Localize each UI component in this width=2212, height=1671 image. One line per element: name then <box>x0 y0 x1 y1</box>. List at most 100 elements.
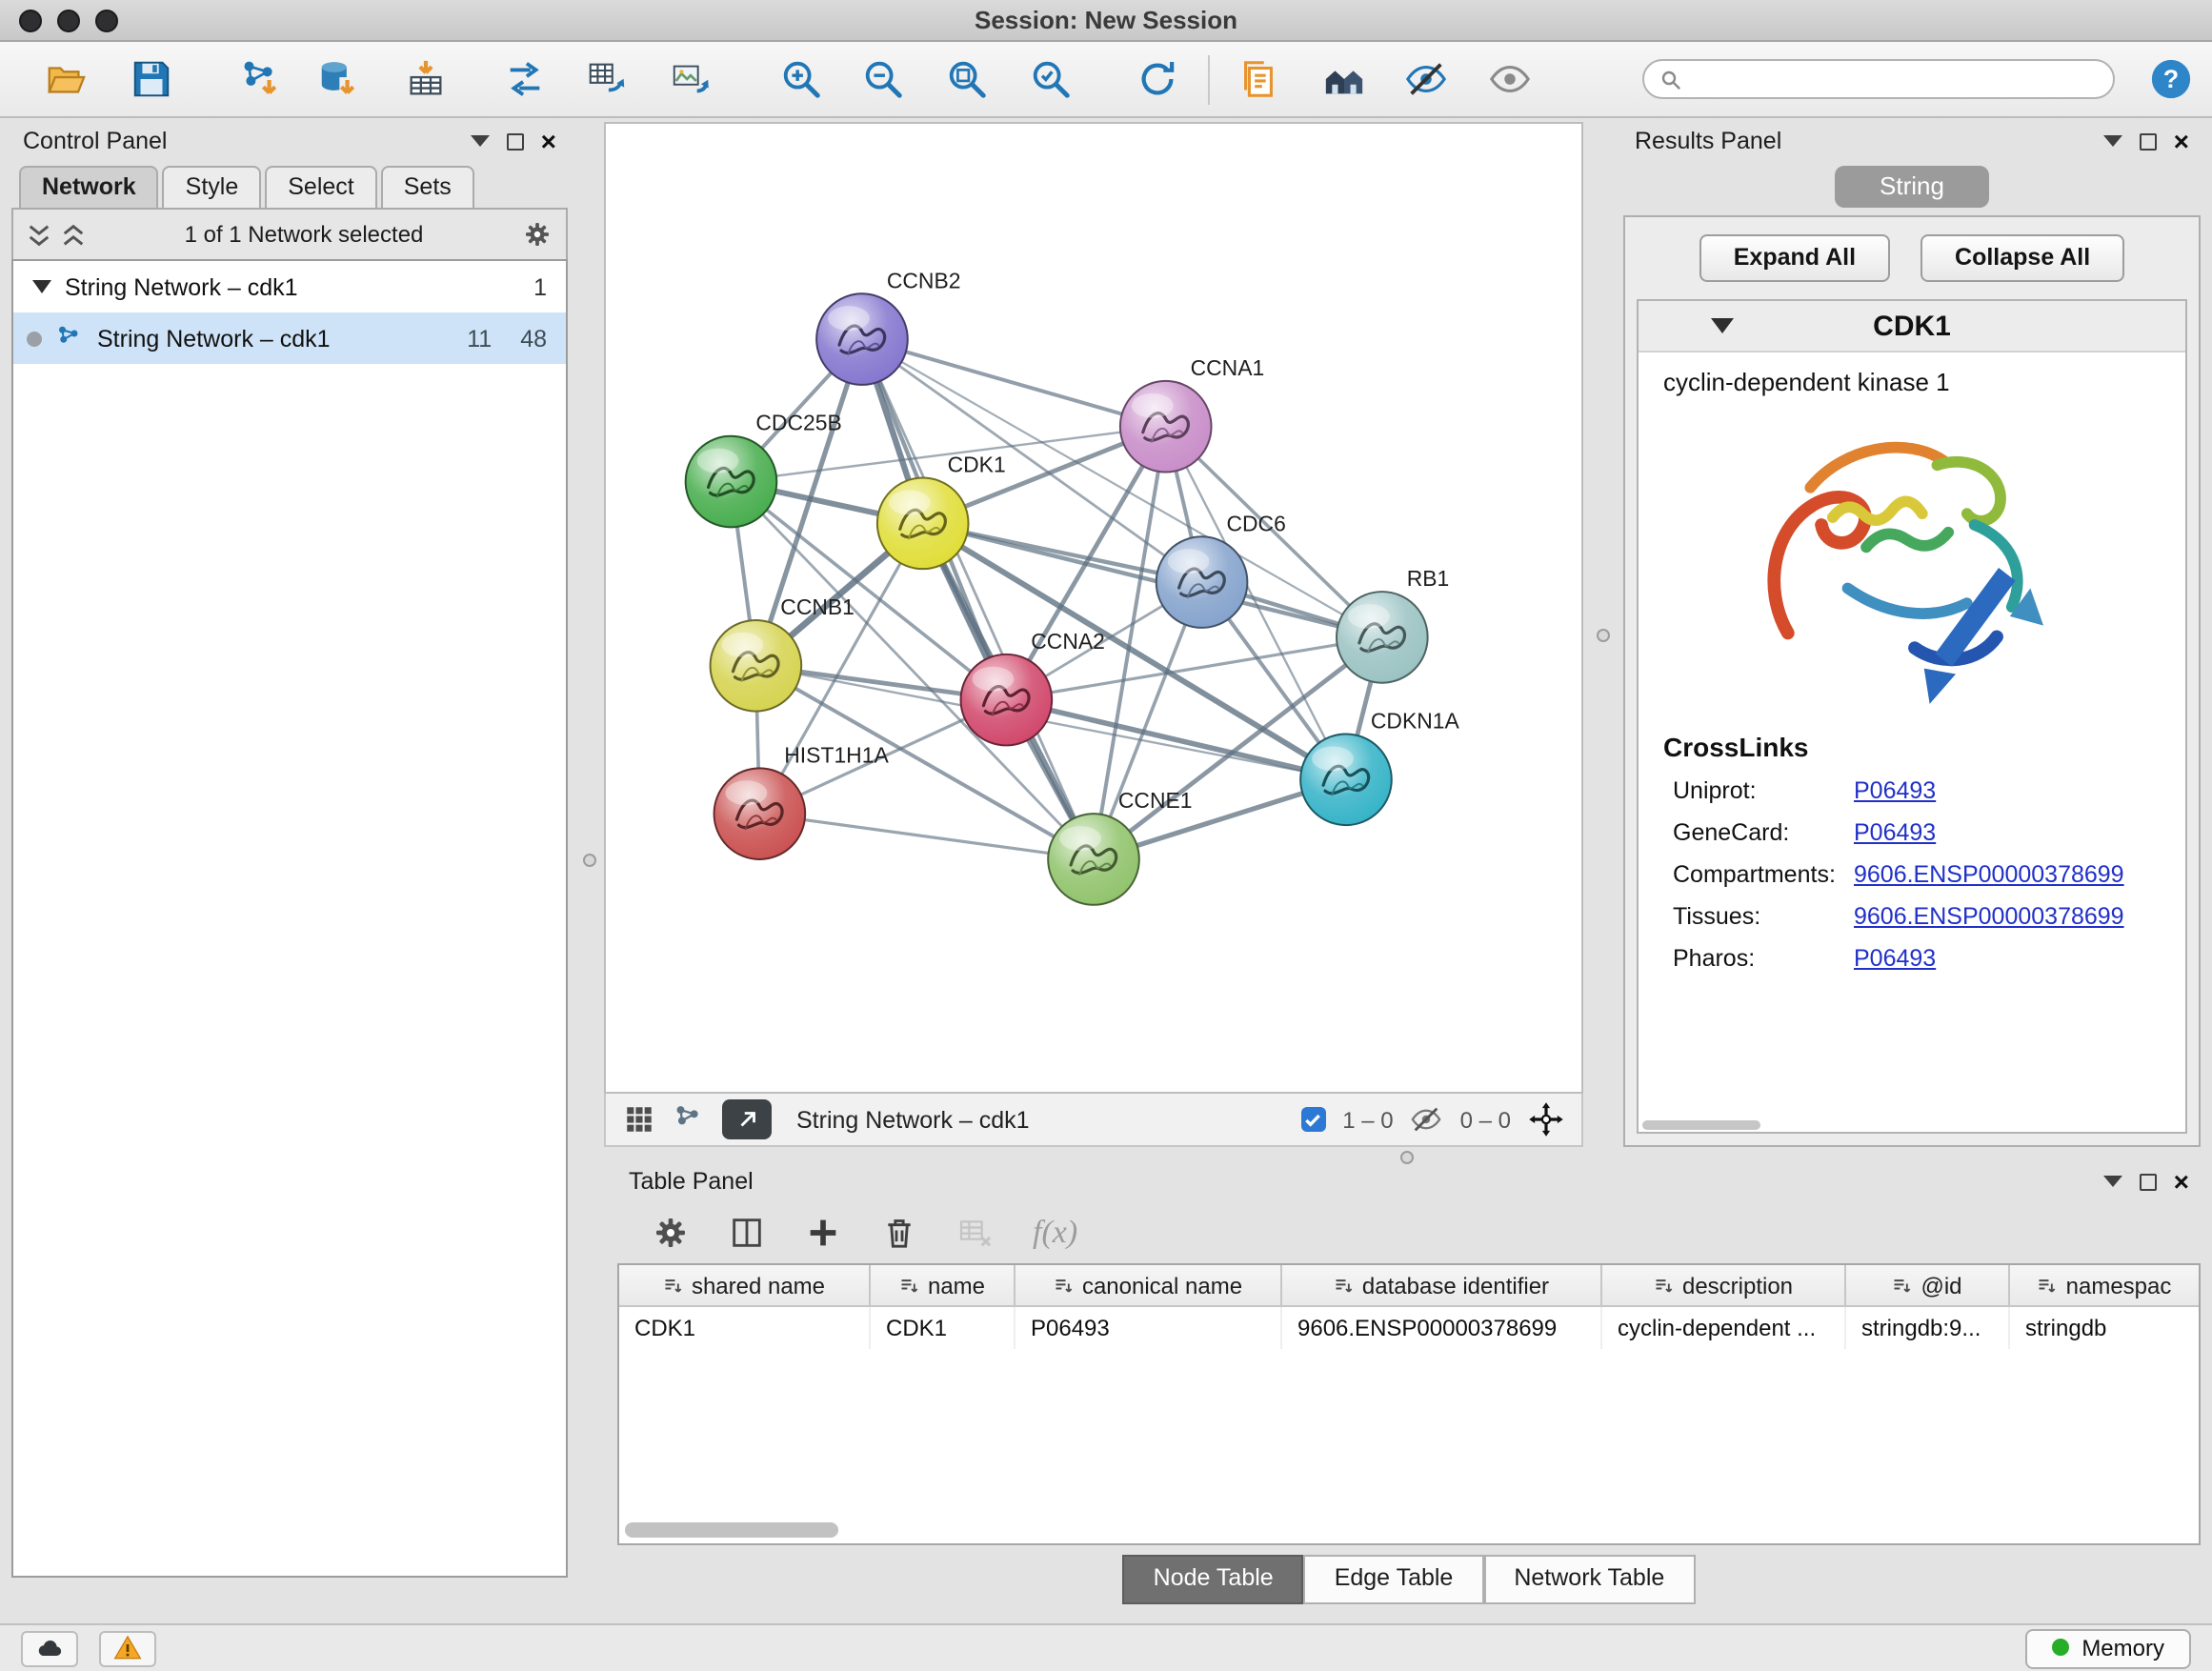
panel-menu-icon[interactable] <box>2103 1176 2122 1187</box>
panel-float-icon[interactable] <box>2140 1173 2157 1190</box>
collapse-all-icon[interactable] <box>27 222 51 247</box>
network-node-cdc25b[interactable] <box>686 436 777 528</box>
function-builder-icon[interactable]: f(x) <box>1033 1213 1077 1251</box>
column-header-description[interactable]: description <box>1602 1265 1846 1305</box>
copy-document-icon[interactable] <box>1233 54 1282 104</box>
network-node-cdkn1a[interactable] <box>1300 734 1392 825</box>
search-field[interactable] <box>1642 59 2115 99</box>
table-hscrollbar[interactable] <box>625 1522 838 1538</box>
network-from-table-icon[interactable] <box>581 54 631 104</box>
zoom-out-icon[interactable] <box>857 54 907 104</box>
open-session-icon[interactable] <box>40 54 90 104</box>
delete-column-icon[interactable] <box>880 1213 918 1251</box>
warnings-button[interactable] <box>99 1630 156 1666</box>
network-edge[interactable] <box>759 814 1094 859</box>
results-scrollbar[interactable] <box>1642 1120 1760 1130</box>
expand-all-button[interactable]: Expand All <box>1699 234 1890 282</box>
network-collection-row[interactable]: String Network – cdk1 1 <box>13 261 566 312</box>
crosslink-link[interactable]: P06493 <box>1854 777 1936 804</box>
birdseye-grid-icon[interactable] <box>623 1103 655 1136</box>
network-from-image-icon[interactable] <box>665 54 714 104</box>
cloud-status-button[interactable] <box>21 1630 78 1666</box>
selected-checkbox-icon[interactable] <box>1300 1107 1325 1132</box>
new-network-icon[interactable] <box>499 54 549 104</box>
zoom-fit-icon[interactable] <box>941 54 991 104</box>
tab-sets[interactable]: Sets <box>381 166 474 208</box>
network-edge[interactable] <box>862 339 1166 427</box>
gene-entry-header[interactable]: CDK1 <box>1639 301 2185 352</box>
show-columns-icon[interactable] <box>728 1213 766 1251</box>
import-table-icon[interactable] <box>400 54 450 104</box>
crosslink-link[interactable]: 9606.ENSP00000378699 <box>1854 903 2124 930</box>
tab-select[interactable]: Select <box>265 166 377 208</box>
tab-network[interactable]: Network <box>19 166 159 208</box>
import-network-icon[interactable] <box>234 54 284 104</box>
import-database-icon[interactable] <box>312 54 362 104</box>
splitter-handle[interactable] <box>1400 1151 1414 1164</box>
crosslink-link[interactable]: 9606.ENSP00000378699 <box>1854 861 2124 888</box>
column-header-name[interactable]: name <box>871 1265 1016 1305</box>
refresh-icon[interactable] <box>1132 54 1181 104</box>
tab-node-table[interactable]: Node Table <box>1123 1555 1304 1604</box>
network-edge[interactable] <box>923 523 1382 637</box>
column-header-canonical-name[interactable]: canonical name <box>1016 1265 1282 1305</box>
memory-button[interactable]: Memory <box>2024 1628 2191 1668</box>
network-node-cdc6[interactable] <box>1156 536 1248 628</box>
tab-style[interactable]: Style <box>163 166 262 208</box>
disclosure-triangle-icon[interactable] <box>32 280 51 293</box>
zoom-window-button[interactable] <box>95 9 118 31</box>
add-column-icon[interactable] <box>804 1213 842 1251</box>
column-header--id[interactable]: @id <box>1846 1265 2010 1305</box>
splitter-handle[interactable] <box>583 854 596 867</box>
show-all-icon[interactable] <box>1484 54 1534 104</box>
network-edge[interactable] <box>862 339 1094 859</box>
panel-close-icon[interactable]: × <box>2174 1168 2189 1195</box>
network-view[interactable]: CCNB2CCNA1CDC25BCDK1CDC6RB1CCNB1CCNA2CDK… <box>604 122 1583 1094</box>
tab-string[interactable]: String <box>1834 166 1990 208</box>
column-header-shared-name[interactable]: shared name <box>619 1265 871 1305</box>
crosslink-link[interactable]: P06493 <box>1854 945 1936 972</box>
network-node-rb1[interactable] <box>1337 592 1428 683</box>
network-canvas[interactable]: CCNB2CCNA1CDC25BCDK1CDC6RB1CCNB1CCNA2CDK… <box>606 124 1581 1092</box>
save-session-icon[interactable] <box>126 54 175 104</box>
network-node-cdk1[interactable] <box>877 478 969 570</box>
collapse-entry-icon[interactable] <box>1711 318 1734 333</box>
gear-icon[interactable] <box>652 1213 690 1251</box>
search-input[interactable] <box>1692 66 2098 92</box>
network-node-ccnb1[interactable] <box>711 620 802 712</box>
panel-close-icon[interactable]: × <box>541 128 556 154</box>
tab-edge-table[interactable]: Edge Table <box>1304 1555 1484 1604</box>
column-header-database-identifier[interactable]: database identifier <box>1282 1265 1602 1305</box>
network-node-ccnb2[interactable] <box>816 293 908 385</box>
panel-menu-icon[interactable] <box>471 135 490 147</box>
zoom-selected-icon[interactable] <box>1025 54 1075 104</box>
network-node-ccna1[interactable] <box>1120 381 1212 473</box>
collapse-all-button[interactable]: Collapse All <box>1920 234 2124 282</box>
homes-icon[interactable] <box>1318 54 1368 104</box>
splitter-handle[interactable] <box>1597 629 1610 642</box>
zoom-in-icon[interactable] <box>775 54 825 104</box>
close-window-button[interactable] <box>19 9 42 31</box>
export-view-button[interactable] <box>722 1099 772 1139</box>
expand-all-icon[interactable] <box>61 222 86 247</box>
panel-close-icon[interactable]: × <box>2174 128 2189 154</box>
network-collection-count: 1 <box>533 273 547 300</box>
hide-selected-icon[interactable] <box>1400 54 1450 104</box>
tab-network-table[interactable]: Network Table <box>1483 1555 1695 1604</box>
network-node-ccne1[interactable] <box>1048 814 1139 905</box>
panel-float-icon[interactable] <box>2140 132 2157 150</box>
gear-icon[interactable] <box>522 219 553 250</box>
panel-float-icon[interactable] <box>507 132 524 150</box>
hidden-eye-icon[interactable] <box>1411 1103 1443 1136</box>
column-header-namespac[interactable]: namespac <box>2010 1265 2201 1305</box>
network-share-icon[interactable] <box>673 1103 705 1136</box>
crosslink-link[interactable]: P06493 <box>1854 819 1936 846</box>
help-icon[interactable]: ? <box>2149 57 2193 101</box>
network-node-hist1h1a[interactable] <box>714 768 806 859</box>
panel-menu-icon[interactable] <box>2103 135 2122 147</box>
pan-crosshair-icon[interactable] <box>1528 1101 1564 1137</box>
network-node-ccna2[interactable] <box>961 654 1053 746</box>
table-row[interactable]: CDK1CDK1P064939606.ENSP00000378699cyclin… <box>619 1307 2199 1349</box>
network-row-selected[interactable]: String Network – cdk1 11 48 <box>13 312 566 364</box>
minimize-window-button[interactable] <box>57 9 80 31</box>
